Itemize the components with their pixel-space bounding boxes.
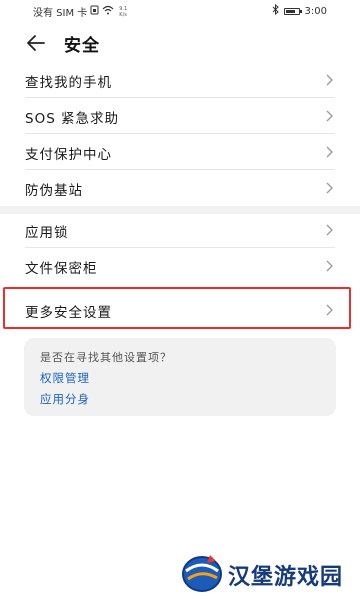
highlight-annotation: [3, 287, 351, 329]
suggestion-title: 是否在寻找其他设置项？: [40, 351, 172, 364]
list-item-label: SOS 紧急求助: [25, 111, 120, 127]
chevron-right-icon: [326, 260, 333, 272]
list-item-fake-base-station[interactable]: 防伪基站: [0, 170, 360, 206]
link-permission-management[interactable]: 权限管理: [40, 370, 90, 386]
clock-time: 3:00: [304, 5, 327, 17]
list-item-payment-protection[interactable]: 支付保护中心: [0, 134, 360, 170]
list-item-sos[interactable]: SOS 紧急求助: [0, 98, 360, 134]
chevron-right-icon: [326, 182, 333, 194]
header: 安全: [0, 25, 360, 59]
watermark: 汉堡游戏园: [180, 547, 350, 597]
carrier-text: 没有 SIM 卡: [33, 8, 88, 19]
net-speed-unit: K/s: [119, 11, 127, 18]
chevron-right-icon: [326, 146, 333, 158]
list-item-label: 查找我的手机: [25, 75, 112, 91]
status-left: 没有 SIM 卡 9.1 K/s: [33, 4, 127, 19]
bluetooth-icon: [272, 3, 279, 18]
security-list-primary: 查找我的手机 SOS 紧急求助 支付保护中心 防伪基站: [0, 62, 360, 206]
list-item-file-safe[interactable]: 文件保密柜: [0, 248, 360, 284]
watermark-logo-icon: [182, 555, 222, 592]
back-arrow-icon: [27, 35, 45, 51]
battery-icon: [283, 7, 302, 15]
list-item-label: 文件保密柜: [25, 261, 98, 277]
list-item-label: 应用锁: [25, 225, 69, 241]
battery-fill: [285, 9, 296, 13]
list-item-find-my-phone[interactable]: 查找我的手机: [0, 62, 360, 98]
status-right: 3:00: [272, 3, 327, 18]
list-item-label: 防伪基站: [25, 183, 83, 199]
back-button[interactable]: [22, 29, 50, 57]
list-item-app-lock[interactable]: 应用锁: [0, 212, 360, 248]
link-app-twin[interactable]: 应用分身: [40, 391, 90, 407]
status-bar: 没有 SIM 卡 9.1 K/s 3:00: [0, 0, 360, 20]
watermark-text: 汉堡游戏园: [228, 565, 344, 590]
chevron-right-icon: [326, 224, 333, 236]
list-item-label: 支付保护中心: [25, 147, 112, 163]
chevron-right-icon: [326, 74, 333, 86]
page-title: 安全: [64, 36, 100, 56]
chevron-right-icon: [326, 110, 333, 122]
suggestion-card: 是否在寻找其他设置项？ 权限管理 应用分身: [24, 338, 336, 416]
wifi-icon: [102, 5, 114, 18]
network-speed: 9.1 K/s: [119, 6, 127, 18]
sim-icon: [90, 5, 99, 18]
